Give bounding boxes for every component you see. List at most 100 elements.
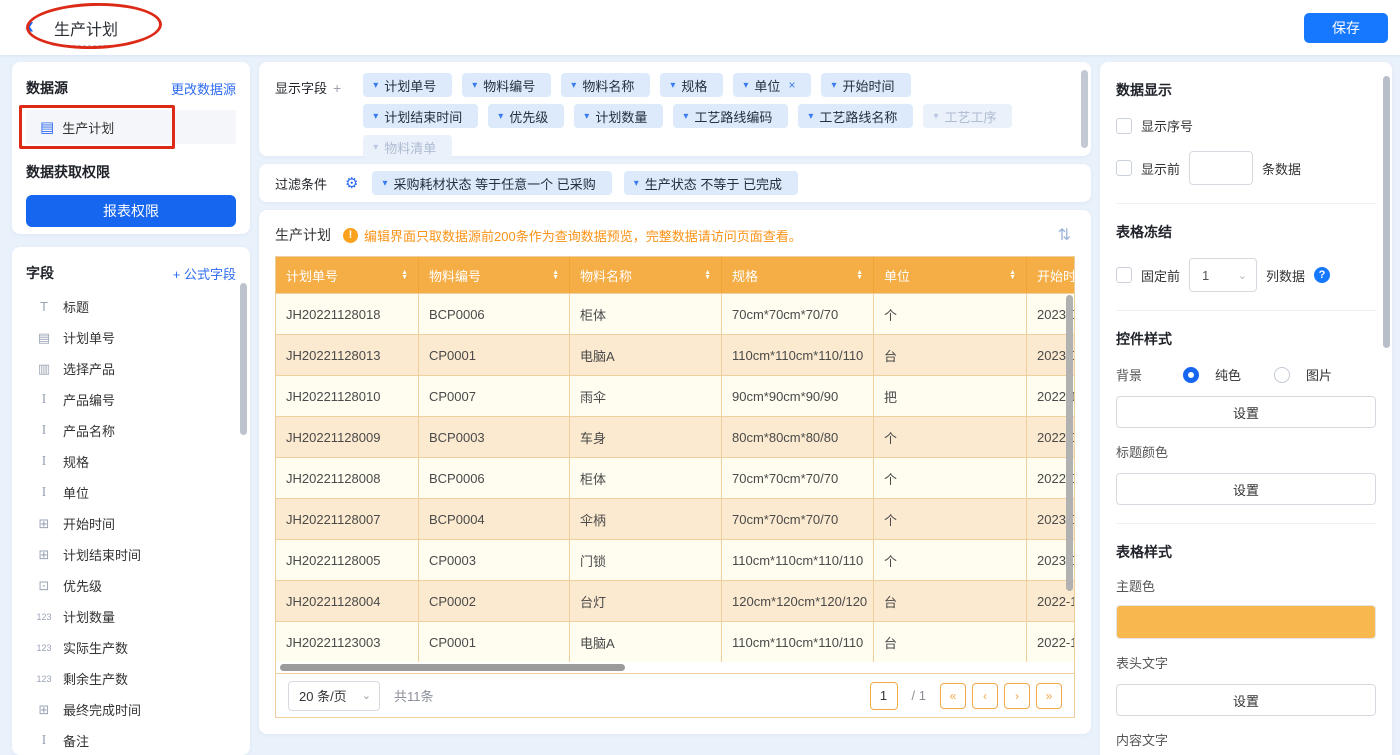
display-field-tag[interactable]: ▾规格 xyxy=(660,73,723,97)
close-icon[interactable]: × xyxy=(788,78,795,92)
table-row[interactable]: JH20221123003CP0001电脑A110cm*110cm*110/11… xyxy=(276,621,1074,662)
table-cell: 110cm*110cm*110/110 xyxy=(722,334,874,375)
background-set-button[interactable]: 设置 xyxy=(1116,396,1376,428)
first-page-button[interactable]: « xyxy=(940,683,966,709)
image-radio[interactable] xyxy=(1274,367,1290,383)
table-row[interactable]: JH20221128013CP0001电脑A110cm*110cm*110/11… xyxy=(276,334,1074,375)
field-item[interactable]: T标题 xyxy=(26,291,236,322)
datasource-panel: 数据源 更改数据源 ▤ 生产计划 数据获取权限 报表权限 xyxy=(12,62,250,234)
sort-icons[interactable]: ▲▼ xyxy=(704,270,711,280)
display-field-tag[interactable]: ▾工艺路线编码 xyxy=(673,104,788,128)
display-field-tag[interactable]: ▾物料编号 xyxy=(462,73,551,97)
filter-condition-label: 生产状态 不等于 已完成 xyxy=(645,174,782,193)
help-icon[interactable]: ? xyxy=(1314,267,1330,283)
save-button[interactable]: 保存 xyxy=(1304,13,1388,43)
back-icon[interactable]: ‹ xyxy=(26,14,34,38)
table-horizontal-scrollbar[interactable] xyxy=(280,664,625,671)
show-first-count-input[interactable] xyxy=(1189,151,1253,185)
sort-icons[interactable]: ▲▼ xyxy=(552,270,559,280)
field-item[interactable]: ⊡优先级 xyxy=(26,570,236,601)
page-number-input[interactable]: 1 xyxy=(870,682,898,710)
field-item[interactable]: ⊞最终完成时间 xyxy=(26,694,236,725)
add-display-field-icon[interactable]: + xyxy=(333,80,341,96)
prev-page-button[interactable]: ‹ xyxy=(972,683,998,709)
number-icon: 123 xyxy=(34,643,54,653)
table-cell: 70cm*70cm*70/70 xyxy=(722,293,874,334)
table-cell: JH20221128010 xyxy=(276,375,419,416)
column-header[interactable]: 物料编号▲▼ xyxy=(419,257,570,293)
last-page-button[interactable]: » xyxy=(1036,683,1062,709)
page-size-select[interactable]: 20 条/页 ⌄ xyxy=(288,681,380,711)
field-item[interactable]: 123实际生产数 xyxy=(26,632,236,663)
theme-color-swatch[interactable] xyxy=(1116,605,1376,639)
filter-condition-label: 采购耗材状态 等于任意一个 已采购 xyxy=(394,174,596,193)
table-vertical-scrollbar[interactable] xyxy=(1066,295,1073,591)
display-field-tag[interactable]: ▾计划单号 xyxy=(363,73,452,97)
column-header[interactable]: 物料名称▲▼ xyxy=(570,257,722,293)
datasource-item[interactable]: ▤ 生产计划 xyxy=(26,110,236,144)
table-row[interactable]: JH20221128007BCP0004伞柄70cm*70cm*70/70个20… xyxy=(276,498,1074,539)
title-color-set-button[interactable]: 设置 xyxy=(1116,473,1376,505)
field-item[interactable]: ▥选择产品 xyxy=(26,353,236,384)
table-row[interactable]: JH20221128004CP0002台灯120cm*120cm*120/120… xyxy=(276,580,1074,621)
display-fields-scrollbar[interactable] xyxy=(1081,70,1088,148)
settings-scrollbar[interactable] xyxy=(1383,76,1390,348)
column-header[interactable]: 规格▲▼ xyxy=(722,257,874,293)
fields-scrollbar[interactable] xyxy=(240,283,247,435)
table-row[interactable]: JH20221128005CP0003门锁110cm*110cm*110/110… xyxy=(276,539,1074,580)
field-item[interactable]: I产品编号 xyxy=(26,384,236,415)
number-icon: 123 xyxy=(34,612,54,622)
table-row[interactable]: JH20221128010CP0007雨伞90cm*90cm*90/90把202… xyxy=(276,375,1074,416)
show-first-checkbox[interactable] xyxy=(1116,160,1132,176)
display-field-tag[interactable]: ▾工艺工序 xyxy=(923,104,1012,128)
report-permission-button[interactable]: 报表权限 xyxy=(26,195,236,227)
field-item[interactable]: I产品名称 xyxy=(26,415,236,446)
sort-icons[interactable]: ▲▼ xyxy=(401,270,408,280)
field-item[interactable]: I备注 xyxy=(26,725,236,755)
sort-desc-icon: ▼ xyxy=(552,275,559,280)
field-item[interactable]: ⊞计划结束时间 xyxy=(26,539,236,570)
field-item[interactable]: I单位 xyxy=(26,477,236,508)
change-datasource-link[interactable]: 更改数据源 xyxy=(171,79,236,98)
field-item[interactable]: ▤计划单号 xyxy=(26,322,236,353)
table-cell: 90cm*90cm*90/90 xyxy=(722,375,874,416)
fix-columns-select[interactable]: 1 ⌄ xyxy=(1189,258,1257,292)
display-field-tag[interactable]: ▾物料名称 xyxy=(561,73,650,97)
sort-icons[interactable]: ▲▼ xyxy=(1009,270,1016,280)
sort-toggle-icon[interactable]: ⇅ xyxy=(1054,225,1075,245)
field-item[interactable]: ⊞开始时间 xyxy=(26,508,236,539)
table-row[interactable]: JH20221128018BCP0006柜体70cm*70cm*70/70个20… xyxy=(276,293,1074,334)
title-color-label: 标题颜色 xyxy=(1116,442,1376,461)
field-item[interactable]: 123剩余生产数 xyxy=(26,663,236,694)
tag-label: 物料名称 xyxy=(582,76,634,95)
display-field-tag[interactable]: ▾计划数量 xyxy=(574,104,663,128)
display-field-tag[interactable]: ▾优先级 xyxy=(488,104,564,128)
display-field-tag[interactable]: ▾单位× xyxy=(733,73,811,97)
column-header[interactable]: 单位▲▼ xyxy=(874,257,1027,293)
gear-icon[interactable]: ⚙ xyxy=(345,174,358,192)
permission-title: 数据获取权限 xyxy=(26,162,236,182)
field-item[interactable]: 123计划数量 xyxy=(26,601,236,632)
next-page-button[interactable]: › xyxy=(1004,683,1030,709)
rows-suffix-label: 条数据 xyxy=(1262,159,1301,178)
sort-icons[interactable]: ▲▼ xyxy=(856,270,863,280)
solid-color-radio[interactable] xyxy=(1183,367,1199,383)
show-index-checkbox[interactable] xyxy=(1116,118,1132,134)
table-row[interactable]: JH20221128008BCP0006柜体70cm*70cm*70/70个20… xyxy=(276,457,1074,498)
display-field-tag[interactable]: ▾物料清单 xyxy=(363,135,452,159)
display-field-tag[interactable]: ▾工艺路线名称 xyxy=(798,104,913,128)
column-header[interactable]: 开始时间▲▼ xyxy=(1027,257,1074,293)
filter-condition-tag[interactable]: ▾采购耗材状态 等于任意一个 已采购 xyxy=(372,171,611,195)
display-field-tag[interactable]: ▾计划结束时间 xyxy=(363,104,478,128)
filter-condition-tag[interactable]: ▾生产状态 不等于 已完成 xyxy=(624,171,798,195)
select-icon: ⊡ xyxy=(34,578,54,594)
fix-columns-checkbox[interactable] xyxy=(1116,267,1132,283)
column-header[interactable]: 计划单号 ▲▼ xyxy=(276,257,419,293)
column-header-label: 计划单号 xyxy=(286,266,338,285)
table-row[interactable]: JH20221128009BCP0003车身80cm*80cm*80/80个20… xyxy=(276,416,1074,457)
field-item[interactable]: I规格 xyxy=(26,446,236,477)
header-text-set-button[interactable]: 设置 xyxy=(1116,684,1376,716)
add-formula-field-link[interactable]: + 公式字段 xyxy=(173,264,236,283)
show-index-label: 显示序号 xyxy=(1141,116,1193,135)
display-field-tag[interactable]: ▾开始时间 xyxy=(821,73,910,97)
